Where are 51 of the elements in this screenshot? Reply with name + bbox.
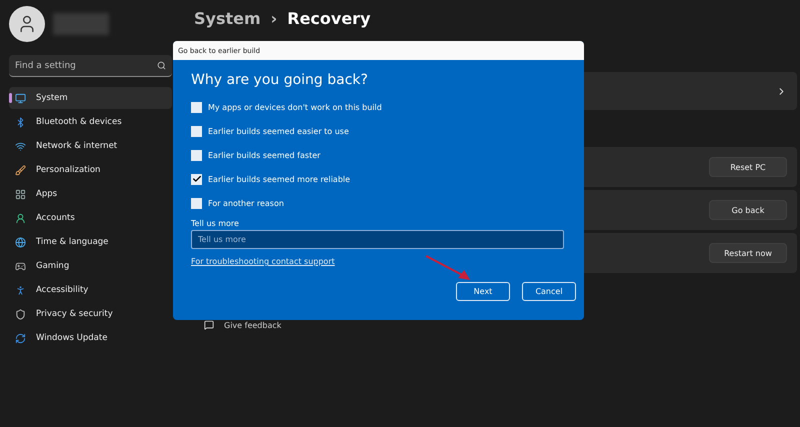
page-title: Recovery	[287, 8, 370, 28]
update-icon	[15, 332, 26, 344]
monitor-icon	[15, 92, 26, 104]
feedback-icon	[204, 320, 214, 330]
sidebar-item[interactable]: Privacy & security	[9, 303, 172, 325]
card-button[interactable]: Go back	[709, 200, 787, 220]
support-link[interactable]: For troubleshooting contact support	[191, 257, 335, 266]
checkbox-label: Earlier builds seemed faster	[208, 150, 320, 160]
brush-icon	[15, 164, 26, 176]
sidebar-item[interactable]: Windows Update	[9, 327, 172, 349]
sidebar-item[interactable]: Network & internet	[9, 135, 172, 157]
checkbox[interactable]	[191, 126, 202, 136]
checkbox-label: Earlier builds seemed easier to use	[208, 126, 349, 136]
checkbox[interactable]	[191, 174, 202, 184]
sidebar-item[interactable]: Apps	[9, 183, 172, 205]
breadcrumb-parent[interactable]: System	[194, 8, 261, 28]
gamepad-icon	[15, 260, 26, 272]
accessibility-icon	[15, 284, 26, 296]
card-button[interactable]: Restart now	[709, 243, 787, 263]
checkbox-label: For another reason	[208, 198, 284, 208]
sidebar-item[interactable]: Time & language	[9, 231, 172, 253]
dialog-heading: Why are you going back?	[191, 72, 369, 88]
card-button[interactable]: Reset PC	[709, 157, 787, 177]
blurred-name	[53, 13, 109, 35]
dialog-button[interactable]: Cancel	[522, 282, 576, 301]
checkbox[interactable]	[191, 150, 202, 160]
sidebar-item[interactable]: System	[9, 87, 172, 109]
sidebar-item[interactable]: Accessibility	[9, 279, 172, 301]
search-icon	[157, 61, 166, 70]
person-icon	[15, 212, 26, 224]
avatar[interactable]	[9, 6, 45, 42]
apps-icon	[15, 188, 26, 200]
checkbox[interactable]	[191, 102, 202, 112]
bluetooth-icon	[15, 116, 26, 128]
breadcrumb-separator: ›	[270, 8, 278, 28]
sidebar-item[interactable]: Personalization	[9, 159, 172, 181]
checkbox-label: My apps or devices don't work on this build	[208, 102, 382, 112]
shield-icon	[15, 308, 26, 320]
input-field[interactable]: Tell us more	[191, 230, 564, 249]
checkbox[interactable]	[191, 198, 202, 208]
search-field[interactable]: Find a setting	[9, 55, 172, 77]
dialog-button[interactable]: Next	[456, 282, 510, 301]
sidebar-item[interactable]: Gaming	[9, 255, 172, 277]
annotation-arrow	[424, 254, 472, 282]
globe-icon	[15, 236, 26, 248]
feedback-link[interactable]: Give feedback	[224, 320, 282, 330]
checkbox-label: Earlier builds seemed more reliable	[208, 174, 350, 184]
field-label: Tell us more	[191, 219, 240, 228]
sidebar-item[interactable]: Accounts	[9, 207, 172, 229]
sidebar-item[interactable]: Bluetooth & devices	[9, 111, 172, 133]
wifi-icon	[15, 140, 26, 152]
